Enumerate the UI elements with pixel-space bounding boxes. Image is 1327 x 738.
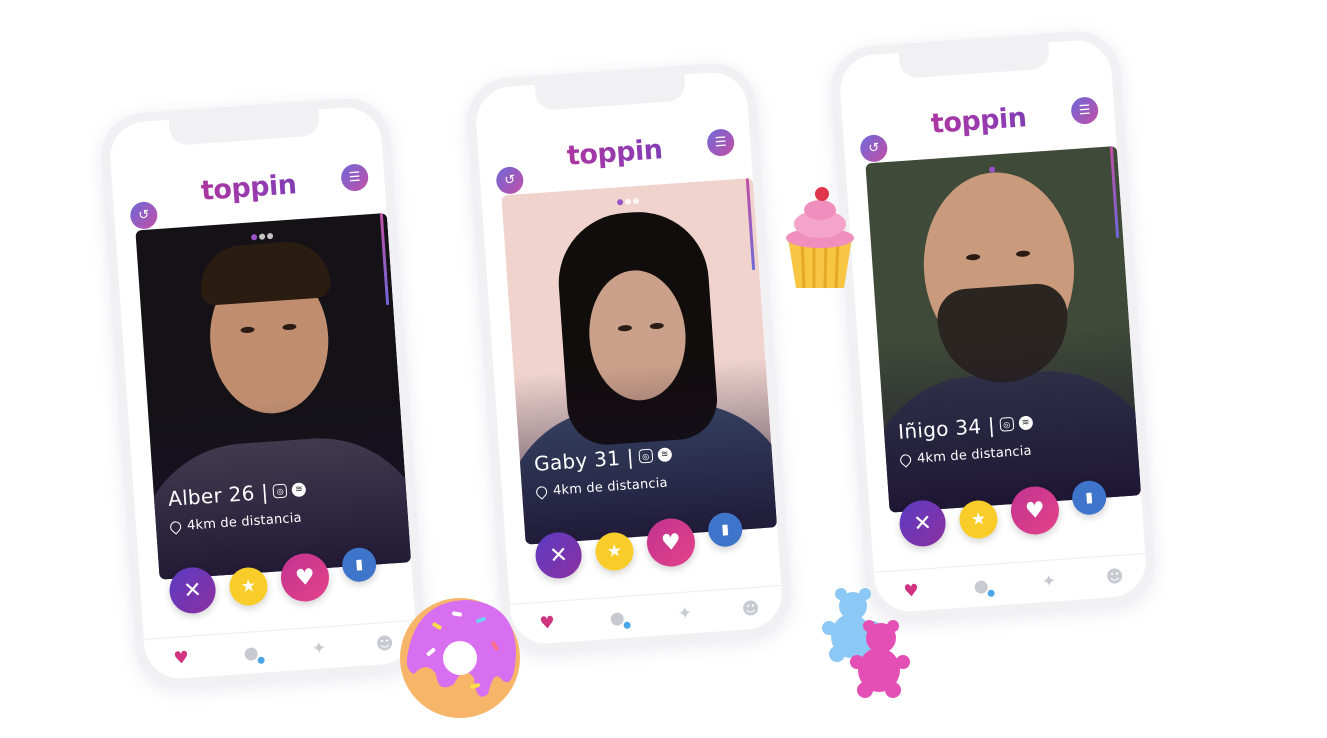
filter-icon: ☰ <box>348 169 362 186</box>
tab-sparkle[interactable]: ✦ <box>306 637 331 661</box>
like-button[interactable]: ♥ <box>1009 484 1061 537</box>
photo-dot <box>258 233 266 240</box>
boost-button[interactable]: ▮ <box>341 546 378 583</box>
notification-dot <box>257 656 265 665</box>
tab-discover[interactable]: ♥ <box>169 647 194 671</box>
star-icon: ★ <box>970 508 987 530</box>
notification-dot <box>987 589 995 598</box>
sparkle-icon: ✦ <box>311 638 327 660</box>
notification-dot <box>623 621 631 630</box>
spotify-icon[interactable]: ≋ <box>657 447 673 463</box>
battery-icon: ▮ <box>354 556 364 573</box>
battery-icon: ▮ <box>1084 489 1094 506</box>
phone-2-screen: toppin ↺ ☰ Gaby 31 | ◎ ≋ 4km de distanci… <box>473 70 785 646</box>
dislike-button[interactable]: ✕ <box>898 498 948 548</box>
photo-dot <box>988 166 996 173</box>
photo-dot <box>624 198 632 205</box>
phone-1-screen: toppin ↺ ☰ Alber 26 | ◎ ≋ 4km de distanc… <box>107 105 419 681</box>
profile-icon: ☻ <box>741 598 761 620</box>
location-pin-icon <box>167 519 184 535</box>
profile-card[interactable]: Iñigo 34 | ◎ ≋ 4km de distancia <box>865 145 1142 513</box>
undo-icon: ↺ <box>503 172 516 189</box>
close-icon: ✕ <box>912 510 933 537</box>
photo-indicator <box>502 188 754 214</box>
close-icon: ✕ <box>548 542 569 569</box>
profile-photo-hair <box>197 239 332 307</box>
phone-3: toppin ↺ ☰ Iñigo 34 | ◎ ≋ 4km de distanc… <box>828 28 1158 624</box>
tab-profile[interactable]: ☻ <box>372 632 397 656</box>
boost-button[interactable]: ▮ <box>707 511 744 548</box>
profile-icon: ☻ <box>1105 566 1125 588</box>
phone-notch <box>534 74 687 111</box>
tab-bar: ♥ ● ✦ ☻ <box>143 619 418 679</box>
photo-dot <box>616 199 624 206</box>
instagram-icon[interactable]: ◎ <box>272 483 288 499</box>
phone-3-screen: toppin ↺ ☰ Iñigo 34 | ◎ ≋ 4km de distanc… <box>837 38 1149 614</box>
dislike-button[interactable]: ✕ <box>534 530 584 580</box>
donut-illustration <box>400 598 520 718</box>
instagram-icon[interactable]: ◎ <box>638 448 654 464</box>
heart-tab-icon: ♥ <box>539 612 556 634</box>
profile-icon: ☻ <box>375 633 395 655</box>
heart-icon: ♥ <box>294 564 316 591</box>
tab-discover[interactable]: ♥ <box>535 612 560 636</box>
gummy-bears-illustration <box>822 588 910 698</box>
phone-1: toppin ↺ ☰ Alber 26 | ◎ ≋ 4km de distanc… <box>98 95 428 691</box>
undo-icon: ↺ <box>137 207 150 224</box>
photo-dot <box>266 232 274 240</box>
cupcake-illustration <box>786 187 854 289</box>
location-pin-icon <box>897 452 914 468</box>
tab-sparkle[interactable]: ✦ <box>672 602 697 626</box>
sparkle-icon: ✦ <box>677 603 693 625</box>
superlike-button[interactable]: ★ <box>958 499 999 540</box>
heart-icon: ♥ <box>1024 497 1046 524</box>
location-pin-icon <box>533 484 550 500</box>
tab-bar: ♥ ● ✦ ☻ <box>509 584 784 644</box>
filter-icon: ☰ <box>714 134 728 151</box>
heart-tab-icon: ♥ <box>173 647 190 669</box>
superlike-button[interactable]: ★ <box>228 566 269 607</box>
phone-notch <box>168 109 321 146</box>
instagram-icon[interactable]: ◎ <box>999 416 1015 432</box>
tab-chat[interactable]: ● <box>968 575 995 599</box>
sparkle-icon: ✦ <box>1041 571 1057 593</box>
profile-card[interactable]: Alber 26 | ◎ ≋ 4km de distancia <box>135 212 412 580</box>
tab-chat[interactable]: ● <box>238 642 265 666</box>
tab-profile[interactable]: ☻ <box>738 597 763 621</box>
superlike-button[interactable]: ★ <box>594 531 635 572</box>
boost-button[interactable]: ▮ <box>1071 479 1108 516</box>
heart-icon: ♥ <box>660 529 682 556</box>
undo-icon: ↺ <box>867 140 880 157</box>
phone-2: toppin ↺ ☰ Gaby 31 | ◎ ≋ 4km de distanci… <box>464 60 794 656</box>
profile-card[interactable]: Gaby 31 | ◎ ≋ 4km de distancia <box>501 177 778 545</box>
star-icon: ★ <box>606 540 623 562</box>
tab-profile[interactable]: ☻ <box>1102 565 1127 589</box>
tab-chat[interactable]: ● <box>604 607 631 631</box>
photo-dot <box>250 234 258 241</box>
phone-notch <box>898 42 1051 79</box>
filter-icon: ☰ <box>1078 102 1092 119</box>
battery-icon: ▮ <box>720 521 730 538</box>
tab-sparkle[interactable]: ✦ <box>1036 570 1061 594</box>
like-button[interactable]: ♥ <box>279 551 331 604</box>
like-button[interactable]: ♥ <box>645 516 697 569</box>
spotify-icon[interactable]: ≋ <box>1018 415 1034 431</box>
star-icon: ★ <box>240 575 257 597</box>
close-icon: ✕ <box>182 577 203 604</box>
dislike-button[interactable]: ✕ <box>168 565 218 615</box>
photo-dot <box>632 197 640 205</box>
spotify-icon[interactable]: ≋ <box>291 482 307 498</box>
